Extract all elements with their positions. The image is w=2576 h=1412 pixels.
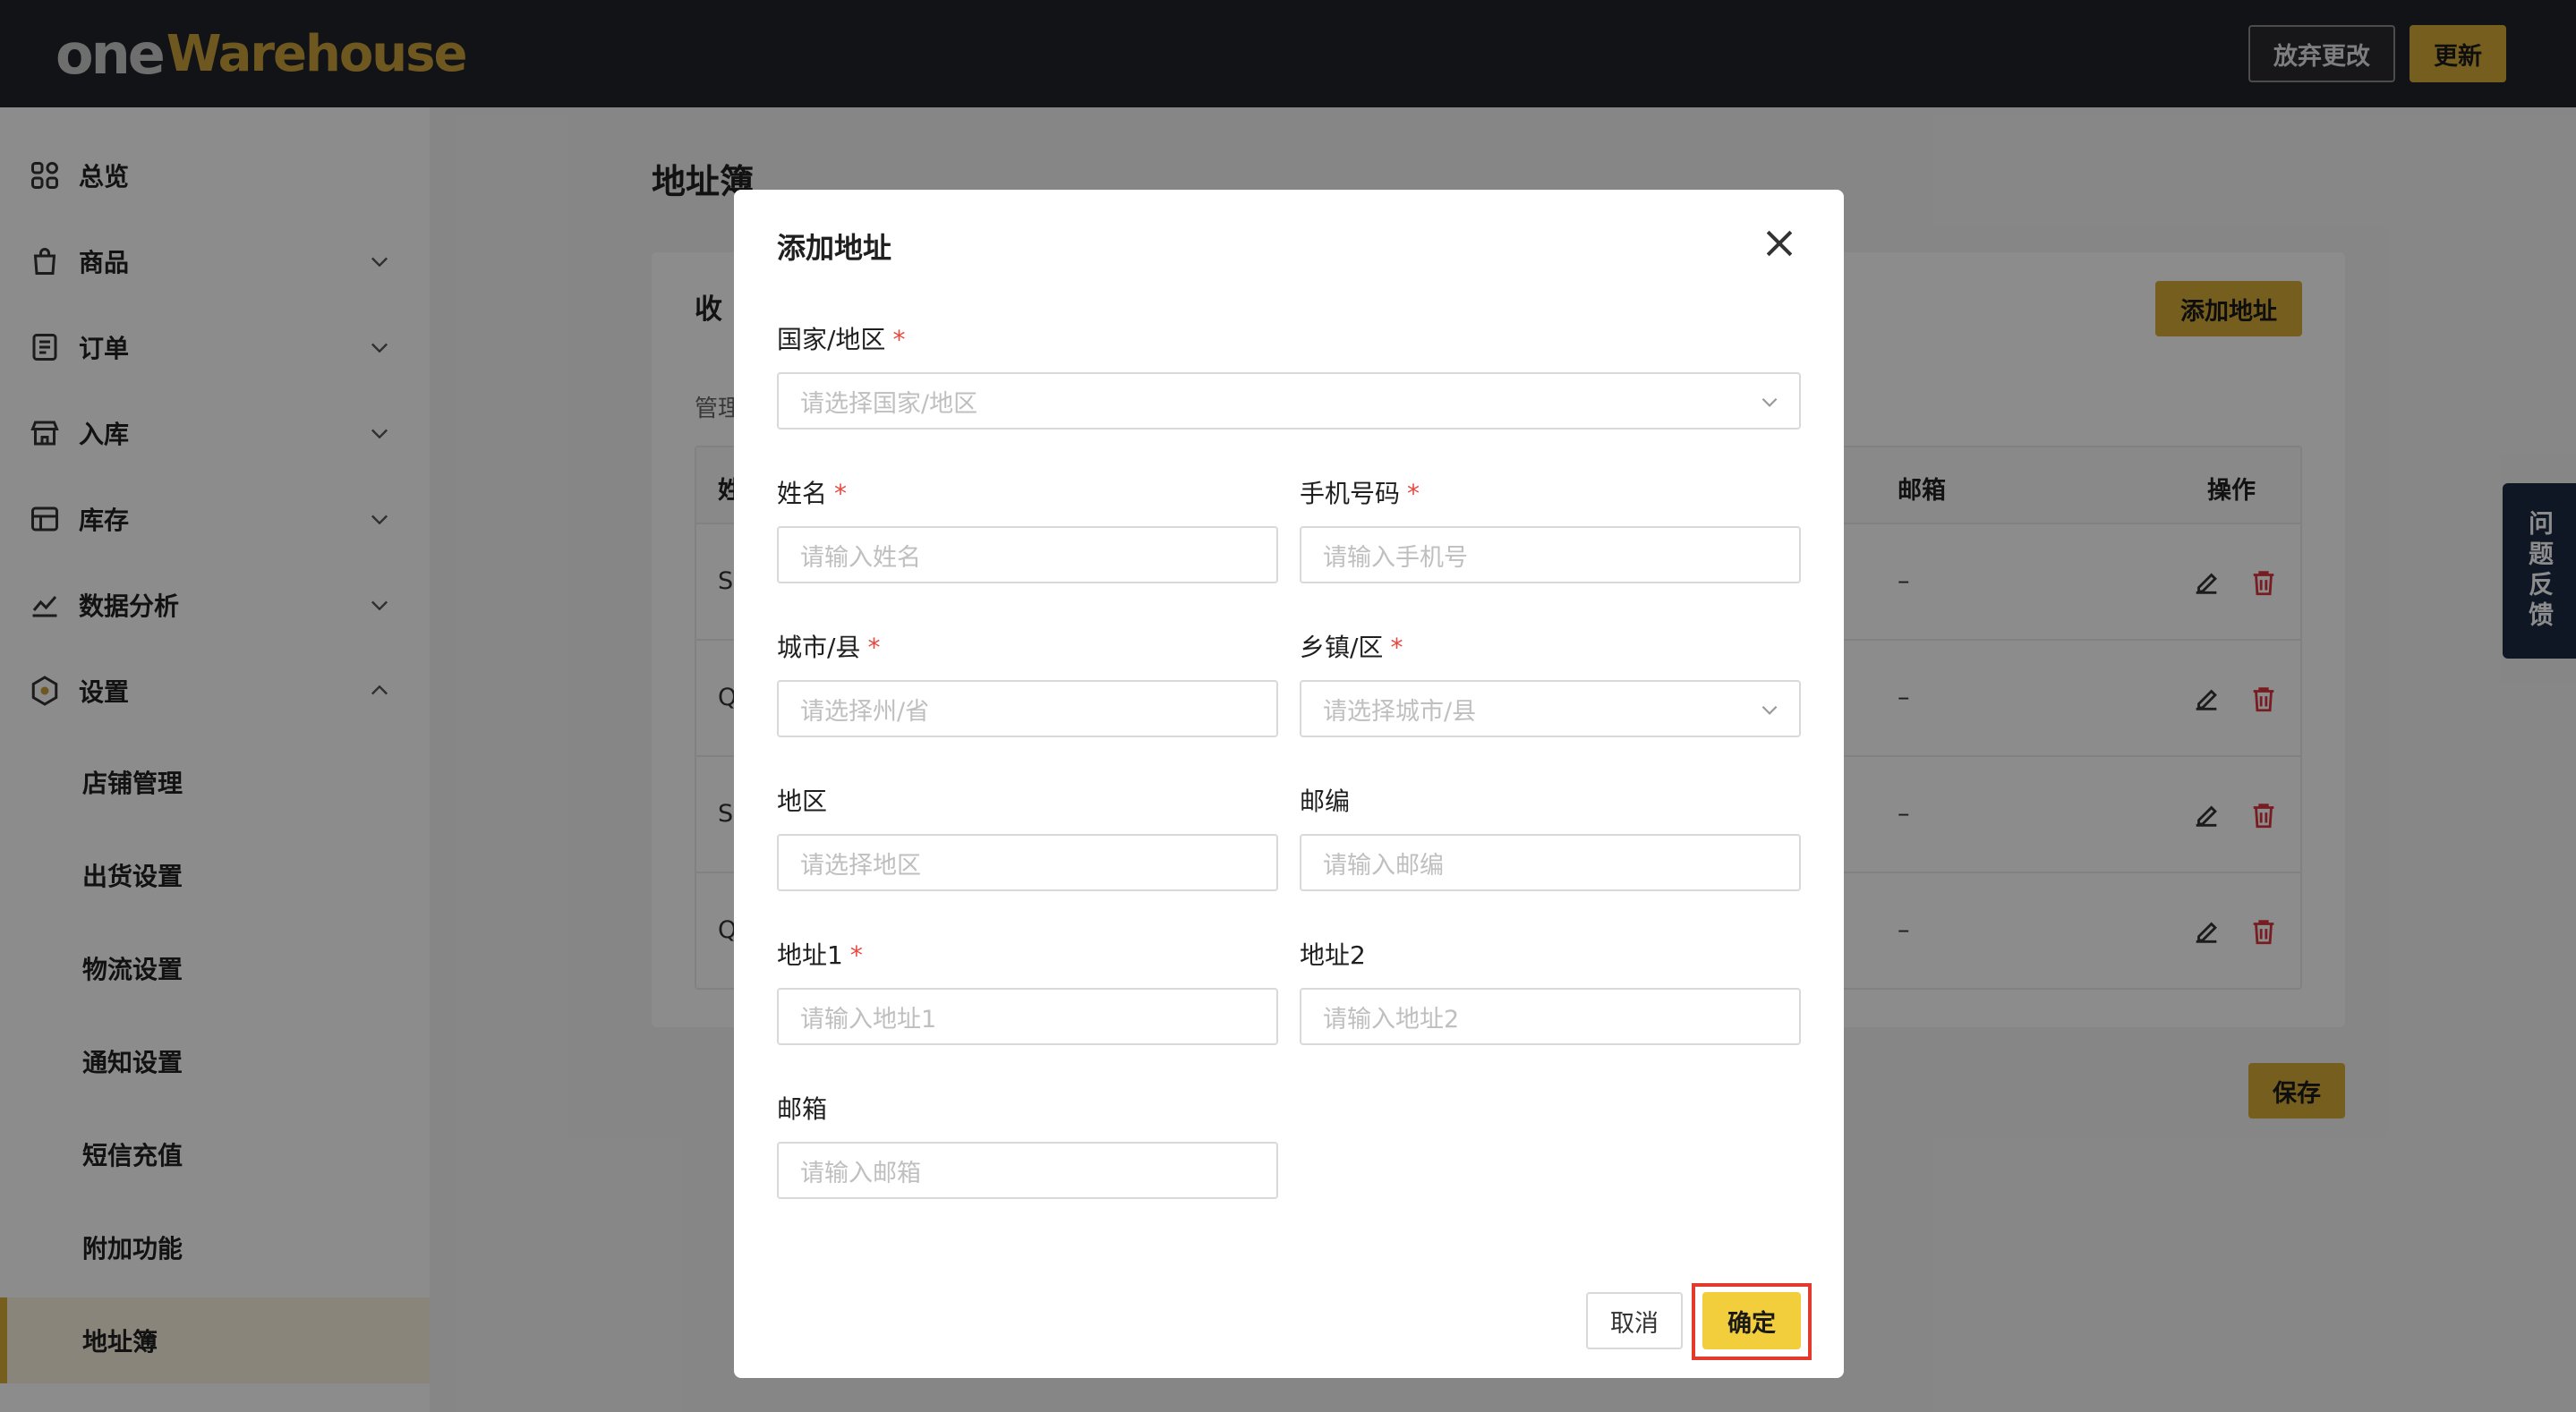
add-address-dialog: 添加地址 国家/地区 * 请选择国家/地区 姓名 * 请输入姓名 手机号码 * 请输入… xyxy=(734,190,1844,1378)
confirm-button[interactable]: 确定 xyxy=(1702,1292,1801,1349)
phone-label-text: 手机号码 xyxy=(1300,479,1401,508)
region-input[interactable]: 请选择地区 xyxy=(777,834,1278,891)
town-placeholder: 请选择城市/县 xyxy=(1323,697,1477,726)
name-placeholder: 请输入姓名 xyxy=(800,543,921,572)
cancel-button[interactable]: 取消 xyxy=(1586,1292,1683,1349)
close-icon[interactable] xyxy=(1760,224,1799,263)
country-label-text: 国家/地区 xyxy=(777,325,886,354)
country-select[interactable]: 请选择国家/地区 xyxy=(777,372,1801,430)
email-label-text: 邮箱 xyxy=(777,1094,828,1124)
required-mark: * xyxy=(892,325,906,354)
required-mark: * xyxy=(1407,479,1420,508)
postcode-placeholder: 请输入邮编 xyxy=(1323,851,1444,880)
dialog-title: 添加地址 xyxy=(777,231,892,265)
address1-input[interactable]: 请输入地址1 xyxy=(777,988,1278,1045)
postcode-label-text: 邮编 xyxy=(1300,787,1351,816)
region-label: 地区 xyxy=(777,782,827,818)
address1-label: 地址1 * xyxy=(777,936,863,972)
address2-input[interactable]: 请输入地址2 xyxy=(1300,988,1801,1045)
required-mark: * xyxy=(849,940,863,970)
required-mark: * xyxy=(834,479,848,508)
email-placeholder: 请输入邮箱 xyxy=(800,1159,921,1187)
city-label: 城市/县 * xyxy=(777,628,880,664)
city-label-text: 城市/县 xyxy=(777,633,861,662)
phone-placeholder: 请输入手机号 xyxy=(1323,543,1468,572)
address2-label-text: 地址2 xyxy=(1300,940,1366,970)
country-placeholder: 请选择国家/地区 xyxy=(800,389,978,418)
town-label: 乡镇/区 * xyxy=(1300,628,1403,664)
region-label-text: 地区 xyxy=(777,787,828,816)
city-placeholder: 请选择州/省 xyxy=(800,697,930,726)
chevron-down-icon xyxy=(1761,705,1778,715)
postcode-input[interactable]: 请输入邮编 xyxy=(1300,834,1801,891)
town-select[interactable]: 请选择城市/县 xyxy=(1300,680,1801,737)
phone-input[interactable]: 请输入手机号 xyxy=(1300,526,1801,583)
address1-placeholder: 请输入地址1 xyxy=(800,1005,937,1033)
address2-placeholder: 请输入地址2 xyxy=(1323,1005,1460,1033)
phone-label: 手机号码 * xyxy=(1300,474,1420,510)
address1-label-text: 地址1 xyxy=(777,940,843,970)
name-label: 姓名 * xyxy=(777,474,847,510)
city-input[interactable]: 请选择州/省 xyxy=(777,680,1278,737)
email-input[interactable]: 请输入邮箱 xyxy=(777,1142,1278,1199)
required-mark: * xyxy=(1390,633,1403,662)
name-label-text: 姓名 xyxy=(777,479,828,508)
country-label: 国家/地区 * xyxy=(777,320,905,356)
town-label-text: 乡镇/区 xyxy=(1300,633,1384,662)
postcode-label: 邮编 xyxy=(1300,782,1350,818)
required-mark: * xyxy=(867,633,881,662)
name-input[interactable]: 请输入姓名 xyxy=(777,526,1278,583)
address2-label: 地址2 xyxy=(1300,936,1366,972)
email-label: 邮箱 xyxy=(777,1090,827,1126)
chevron-down-icon xyxy=(1761,397,1778,407)
region-placeholder: 请选择地区 xyxy=(800,851,921,880)
